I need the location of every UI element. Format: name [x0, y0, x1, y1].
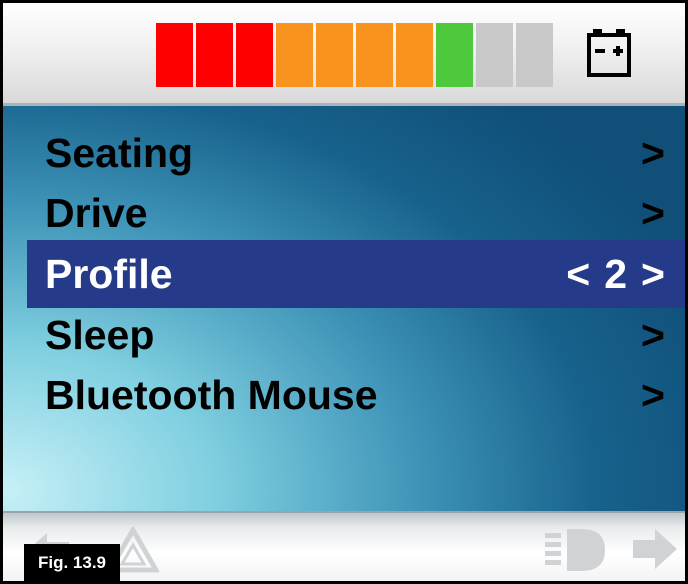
- battery-icon: [587, 29, 631, 77]
- forward-arrow-icon[interactable]: [631, 527, 679, 571]
- menu-item-label: Bluetooth Mouse: [45, 371, 378, 418]
- status-bar: [3, 3, 685, 106]
- battery-segment: [396, 23, 433, 87]
- battery-segment: [196, 23, 233, 87]
- battery-segment: [276, 23, 313, 87]
- battery-segment: [316, 23, 353, 87]
- main-menu: Seating > Drive > Profile < 2 > Sleep > …: [3, 106, 685, 511]
- chevron-right-icon: >: [641, 129, 665, 176]
- menu-item-bluetooth-mouse[interactable]: Bluetooth Mouse >: [27, 364, 685, 426]
- headlight-icon[interactable]: [543, 525, 607, 575]
- figure-label: Fig. 13.9: [24, 544, 120, 581]
- battery-segment: [156, 23, 193, 87]
- display-screen: Seating > Drive > Profile < 2 > Sleep > …: [0, 0, 688, 584]
- chevron-right-icon: >: [641, 189, 665, 236]
- battery-gauge: [156, 23, 553, 87]
- menu-item-label: Sleep: [45, 311, 155, 358]
- chevron-left-icon[interactable]: <: [566, 251, 590, 298]
- battery-segment: [516, 23, 553, 87]
- menu-item-label: Drive: [45, 189, 148, 236]
- chevron-right-icon: >: [641, 311, 665, 358]
- battery-segment: [436, 23, 473, 87]
- menu-item-profile[interactable]: Profile < 2 >: [27, 240, 685, 308]
- menu-item-label: Seating: [45, 129, 194, 176]
- menu-item-seating[interactable]: Seating >: [27, 122, 685, 184]
- battery-segment: [236, 23, 273, 87]
- profile-value: 2: [604, 250, 628, 297]
- menu-item-label: Profile: [45, 250, 173, 297]
- menu-item-sleep[interactable]: Sleep >: [27, 304, 685, 366]
- menu-item-drive[interactable]: Drive >: [27, 182, 685, 244]
- battery-segment: [476, 23, 513, 87]
- battery-segment: [356, 23, 393, 87]
- chevron-right-icon: >: [641, 371, 665, 418]
- chevron-right-icon[interactable]: >: [641, 251, 665, 298]
